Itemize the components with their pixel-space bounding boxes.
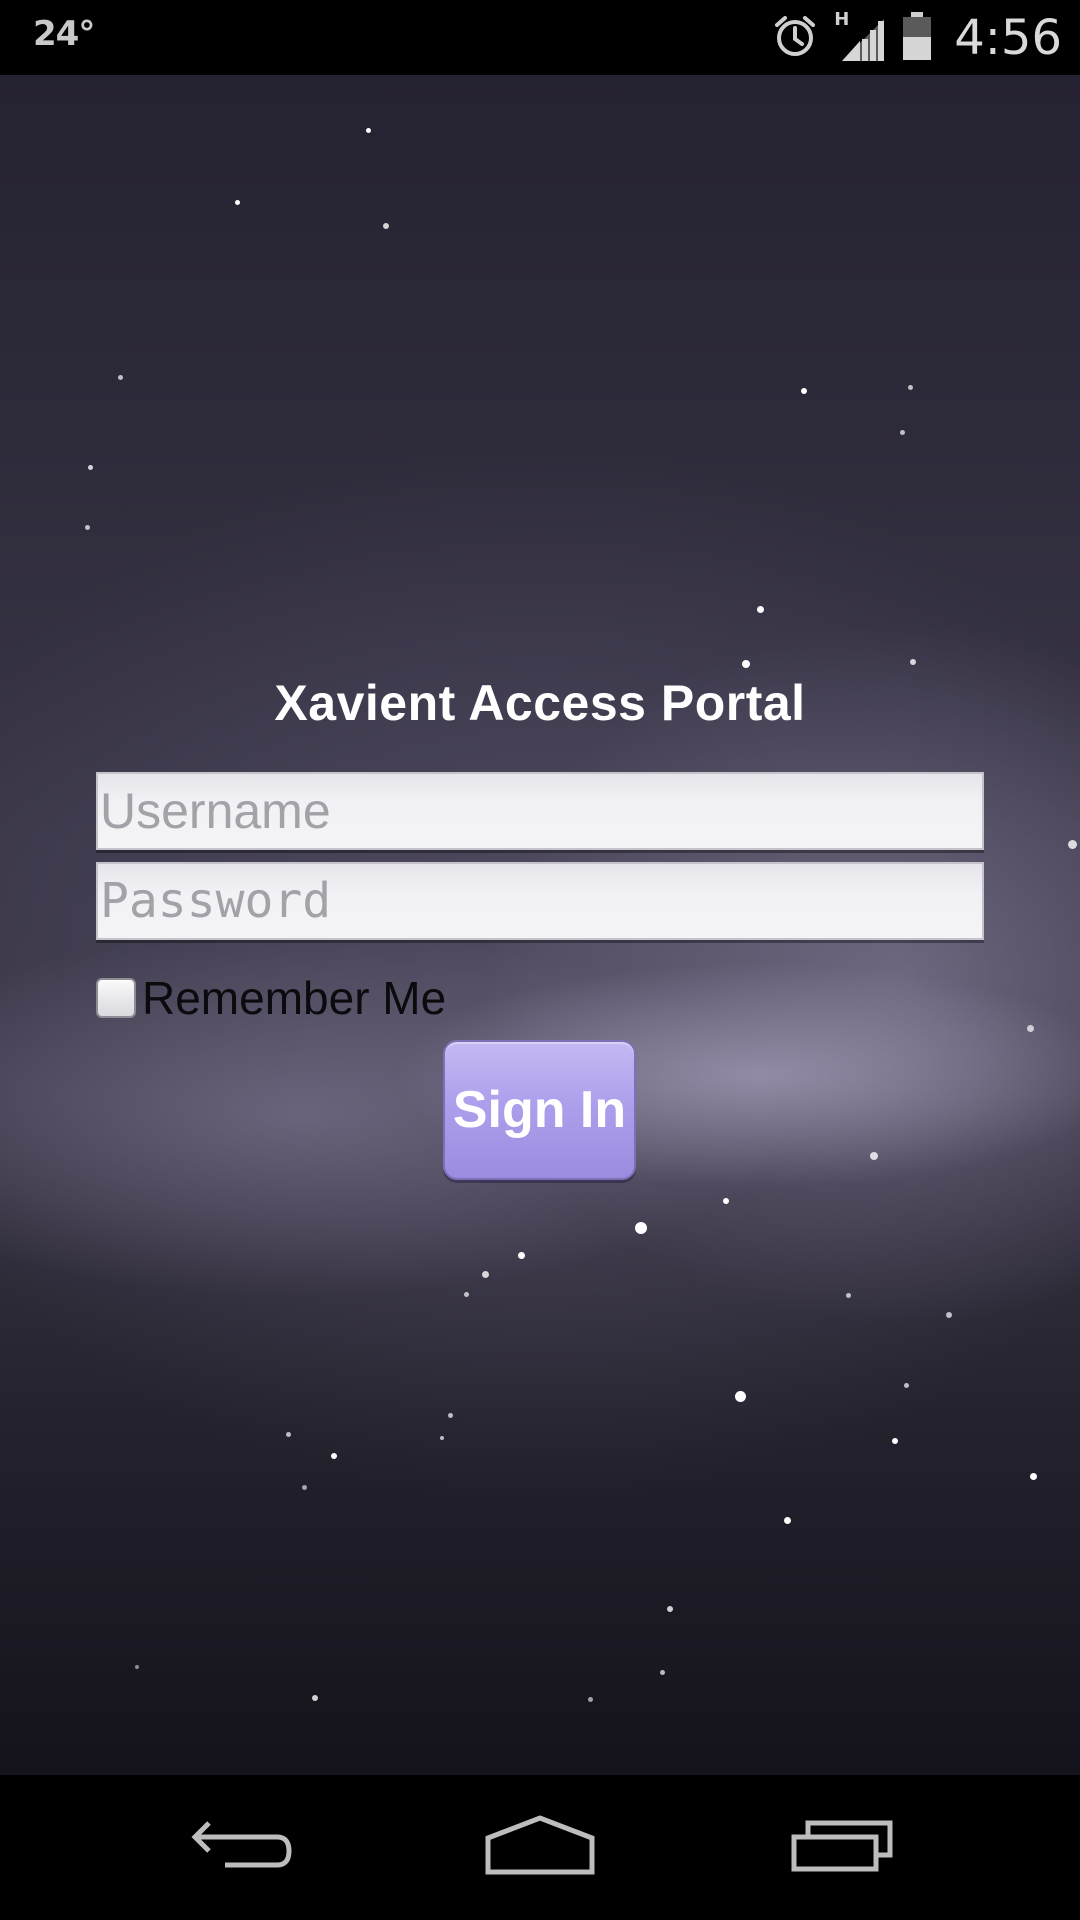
- star: [904, 1383, 909, 1388]
- star: [723, 1198, 729, 1204]
- home-icon: [484, 1814, 596, 1881]
- remember-me-label: Remember Me: [142, 972, 447, 1024]
- star: [910, 659, 916, 665]
- star: [1027, 1025, 1034, 1032]
- back-icon: [185, 1815, 295, 1880]
- star: [946, 1312, 952, 1318]
- battery-icon: [902, 11, 932, 66]
- star: [440, 1436, 444, 1440]
- status-time: 4:56: [954, 10, 1062, 66]
- username-field[interactable]: [96, 772, 984, 850]
- sign-in-button[interactable]: Sign In: [443, 1040, 636, 1180]
- star: [88, 465, 93, 470]
- recent-apps-icon: [790, 1817, 894, 1878]
- remember-me-checkbox[interactable]: [96, 978, 136, 1018]
- password-field[interactable]: [96, 862, 984, 940]
- star: [383, 223, 389, 229]
- star: [801, 388, 807, 394]
- signal-icon: H: [834, 9, 886, 63]
- star: [448, 1413, 453, 1418]
- status-bar: 24° H 4:56: [0, 0, 1080, 75]
- home-button[interactable]: [460, 1775, 620, 1920]
- star: [366, 128, 371, 133]
- star: [892, 1438, 898, 1444]
- star: [1030, 1473, 1037, 1480]
- login-screen: 24° H 4:56 Xavient Access Portal Usernam…: [0, 0, 1080, 1920]
- star: [757, 606, 764, 613]
- star: [135, 1665, 139, 1669]
- back-button[interactable]: [160, 1775, 320, 1920]
- star: [635, 1222, 647, 1234]
- star: [667, 1606, 673, 1612]
- remember-me-row[interactable]: Remember Me: [96, 968, 446, 1028]
- star: [235, 200, 240, 205]
- star: [660, 1670, 665, 1675]
- status-icons: H 4:56: [772, 8, 1062, 68]
- star: [331, 1453, 337, 1459]
- star: [464, 1292, 469, 1297]
- star: [870, 1152, 878, 1160]
- alarm-icon: [772, 13, 818, 64]
- star: [312, 1695, 318, 1701]
- page-title: Xavient Access Portal: [274, 675, 806, 731]
- star: [482, 1271, 489, 1278]
- star: [118, 375, 123, 380]
- star: [908, 385, 913, 390]
- star: [302, 1485, 307, 1490]
- star: [588, 1697, 593, 1702]
- star: [784, 1517, 791, 1524]
- star: [1068, 840, 1077, 849]
- star: [735, 1391, 746, 1402]
- star: [286, 1432, 291, 1437]
- star: [900, 430, 905, 435]
- star: [518, 1252, 525, 1259]
- recent-apps-button[interactable]: [762, 1775, 922, 1920]
- weather-temperature: 24°: [33, 14, 95, 54]
- sign-in-button-label: Sign In: [452, 1081, 627, 1139]
- star: [846, 1293, 851, 1298]
- navigation-bar: [0, 1775, 1080, 1920]
- star: [85, 525, 90, 530]
- star: [742, 660, 750, 668]
